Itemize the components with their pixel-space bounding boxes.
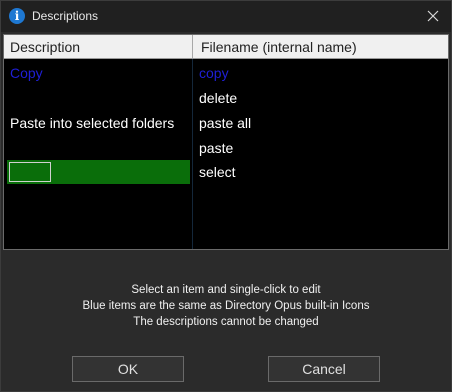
row-description[interactable]: Paste into selected folders	[10, 111, 190, 135]
row-filename: paste all	[199, 115, 252, 131]
cancel-button[interactable]: Cancel	[268, 356, 380, 382]
window-title: Descriptions	[32, 9, 99, 23]
row-filename: delete	[199, 90, 238, 106]
row-filename: copy	[199, 65, 229, 81]
list-row-select[interactable]: select	[4, 160, 448, 184]
instruction-line: Select an item and single-click to edit	[131, 284, 321, 296]
list-row-delete[interactable]: delete	[4, 86, 448, 110]
list-row-copy[interactable]: Copy copy	[4, 61, 448, 85]
instructions: Select an item and single-click to edit …	[1, 282, 451, 330]
ok-button[interactable]: OK	[72, 356, 184, 382]
row-description[interactable]	[10, 136, 190, 160]
title-bar[interactable]: i Descriptions	[1, 1, 451, 32]
column-header-filename[interactable]: Filename (internal name)	[193, 35, 448, 58]
descriptions-list[interactable]: Description Filename (internal name) Cop…	[3, 34, 449, 250]
description-edit-field[interactable]	[9, 162, 51, 182]
row-filename: paste	[199, 140, 234, 156]
list-header: Description Filename (internal name)	[4, 35, 448, 59]
instruction-line: The descriptions cannot be changed	[133, 316, 319, 328]
row-filename: select	[199, 164, 236, 180]
row-description[interactable]: Copy	[10, 61, 190, 85]
list-row-paste-all[interactable]: Paste into selected folders paste all	[4, 111, 448, 135]
list-row-paste[interactable]: paste	[4, 136, 448, 160]
close-icon	[427, 10, 439, 22]
info-icon: i	[9, 8, 25, 24]
descriptions-dialog: i Descriptions Description Filename (int…	[0, 0, 452, 392]
column-header-description[interactable]: Description	[4, 35, 193, 58]
close-button[interactable]	[421, 5, 445, 27]
row-description[interactable]	[10, 86, 190, 110]
instruction-line: Blue items are the same as Directory Opu…	[82, 300, 370, 312]
